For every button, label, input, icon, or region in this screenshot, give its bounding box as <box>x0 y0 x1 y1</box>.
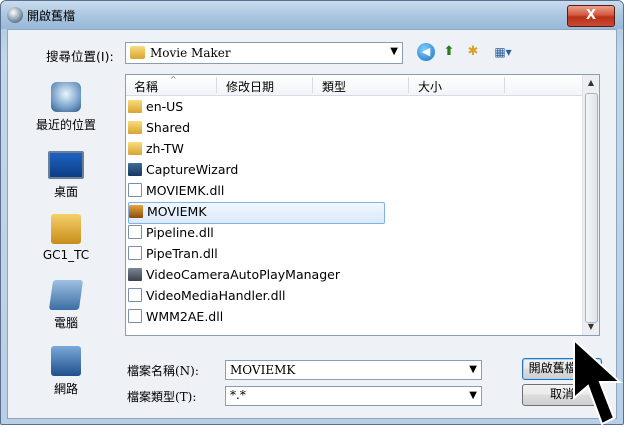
network-icon <box>51 346 81 376</box>
scroll-up-icon[interactable]: ▲ <box>583 75 599 91</box>
title-bar[interactable]: 開啟舊檔 X <box>1 1 623 29</box>
window-title: 開啟舊檔 <box>27 9 76 23</box>
place-computer[interactable]: 電腦 <box>10 280 122 340</box>
dll-file-icon <box>128 225 142 239</box>
list-item[interactable]: WMM2AE.dll <box>128 307 223 327</box>
file-list[interactable]: 名稱 ^ 修改日期 類型 大小 en-US Shared zh-TW Captur… <box>125 74 600 336</box>
dll-file-icon <box>128 309 142 323</box>
list-item[interactable]: en-US <box>128 97 183 117</box>
list-header: 名稱 ^ 修改日期 類型 大小 <box>126 75 583 96</box>
recent-places-icon <box>51 82 81 112</box>
place-label: 網路 <box>53 382 78 396</box>
filename-input[interactable]: MOVIEMK ▼ <box>225 360 482 380</box>
list-item[interactable]: VideoMediaHandler.dll <box>128 286 286 306</box>
list-item[interactable]: CaptureWizard <box>128 160 238 180</box>
folder-icon <box>128 142 142 155</box>
column-divider[interactable] <box>408 77 409 93</box>
sort-ascending-icon: ^ <box>170 75 177 84</box>
place-label: 桌面 <box>53 185 78 199</box>
application-icon <box>128 163 142 176</box>
chevron-down-icon[interactable]: ▼ <box>390 46 398 57</box>
folder-icon <box>128 121 142 134</box>
list-item[interactable]: MOVIEMK.dll <box>128 181 224 201</box>
folder-icon <box>130 46 145 59</box>
chevron-down-icon[interactable]: ▼ <box>469 390 477 401</box>
desktop-icon <box>48 151 84 179</box>
filetype-label: 檔案類型(T): <box>127 390 197 404</box>
pointer-arrow-icon <box>573 338 623 426</box>
dll-file-icon <box>128 288 142 302</box>
look-in-combo[interactable]: Movie Maker ▼ <box>125 42 403 64</box>
list-item[interactable]: VideoCameraAutoPlayManager <box>128 265 340 285</box>
scroll-down-icon[interactable]: ▼ <box>583 319 599 335</box>
filename-value: MOVIEMK <box>230 363 296 377</box>
place-network[interactable]: 網路 <box>10 346 122 406</box>
dll-file-icon <box>128 246 142 260</box>
list-item[interactable]: PipeTran.dll <box>128 244 218 264</box>
column-divider[interactable] <box>216 77 217 93</box>
look-in-label: 搜尋位置(I): <box>46 49 114 64</box>
back-icon[interactable]: ◀ <box>417 43 435 61</box>
scrollbar-thumb[interactable] <box>585 93 598 323</box>
file-rows: en-US Shared zh-TW CaptureWizard MOVIEMK… <box>126 95 583 335</box>
app-icon <box>7 7 23 23</box>
chevron-down-icon[interactable]: ▼ <box>469 364 477 375</box>
place-label: GC1_TC <box>42 248 90 262</box>
filename-label: 檔案名稱(N): <box>127 364 199 378</box>
column-divider[interactable] <box>504 77 505 93</box>
filetype-select[interactable]: *.* ▼ <box>225 386 482 406</box>
camera-app-icon <box>128 268 142 281</box>
place-label: 最近的位置 <box>35 118 96 132</box>
place-desktop[interactable]: 桌面 <box>10 148 122 208</box>
column-header-date[interactable]: 修改日期 <box>226 78 274 95</box>
view-menu-icon[interactable]: ▦▾ <box>490 43 516 61</box>
vertical-scrollbar[interactable]: ▲ ▼ <box>582 75 599 335</box>
column-header-type[interactable]: 類型 <box>322 78 346 95</box>
place-label: 電腦 <box>53 316 78 330</box>
movie-maker-icon <box>129 205 143 218</box>
look-in-value: Movie Maker <box>150 46 231 60</box>
dll-file-icon <box>128 183 142 197</box>
dialog-body: 搜尋位置(I): Movie Maker ▼ ◀ ⬆ ✱ ▦▾ 最近的位置 桌面… <box>7 29 617 419</box>
list-item[interactable]: Shared <box>128 118 190 138</box>
list-item-selected[interactable]: MOVIEMK <box>128 202 385 224</box>
up-folder-icon[interactable]: ⬆ <box>440 43 458 61</box>
filetype-value: *.* <box>230 388 246 402</box>
user-folder-icon <box>51 214 81 244</box>
column-header-size[interactable]: 大小 <box>418 78 442 95</box>
close-button[interactable]: X <box>567 5 615 27</box>
place-user[interactable]: GC1_TC <box>10 214 122 274</box>
place-recent[interactable]: 最近的位置 <box>10 82 122 142</box>
new-folder-icon[interactable]: ✱ <box>464 43 482 61</box>
list-item[interactable]: Pipeline.dll <box>128 223 214 243</box>
list-item[interactable]: zh-TW <box>128 139 184 159</box>
open-file-dialog: 開啟舊檔 X 搜尋位置(I): Movie Maker ▼ ◀ ⬆ ✱ ▦▾ 最… <box>0 0 624 425</box>
column-divider[interactable] <box>312 77 313 93</box>
places-bar: 最近的位置 桌面 GC1_TC 電腦 網路 <box>10 74 122 418</box>
computer-icon <box>48 280 84 310</box>
folder-icon <box>128 100 142 113</box>
column-header-name[interactable]: 名稱 ^ <box>134 75 177 95</box>
